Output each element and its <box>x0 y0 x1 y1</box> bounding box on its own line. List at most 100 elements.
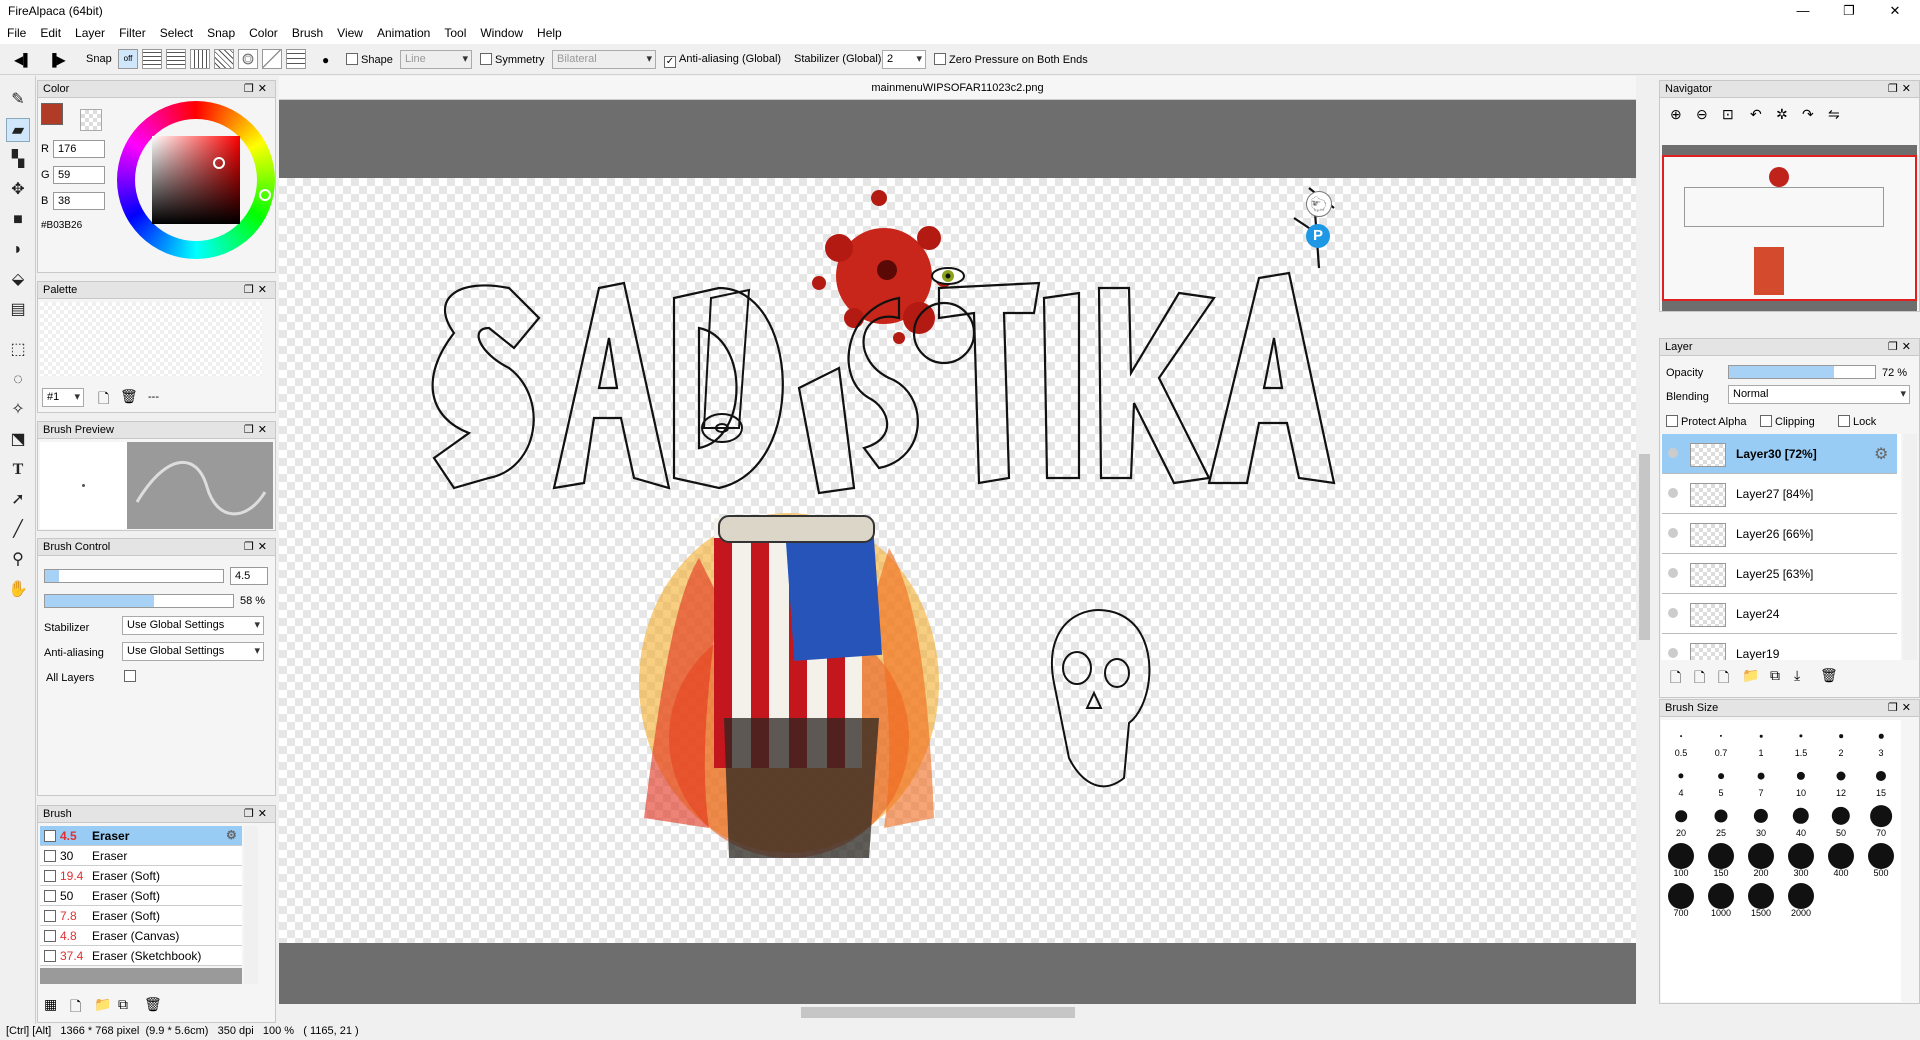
brush-size-option[interactable]: 1.5 <box>1781 720 1821 760</box>
brush-size-option[interactable]: 12 <box>1821 760 1861 800</box>
brush-size-option[interactable]: 150 <box>1701 840 1741 880</box>
brush-settings-icon[interactable]: ⚙ <box>226 828 237 842</box>
snap-settings-icon[interactable]: ● <box>322 53 329 67</box>
visibility-icon[interactable] <box>1668 528 1678 538</box>
g-input[interactable]: 59 <box>53 166 105 184</box>
layer-row[interactable]: Layer24 <box>1662 594 1897 634</box>
brush-size-option[interactable]: 100 <box>1661 840 1701 880</box>
pen-tool-icon[interactable]: ✎ <box>6 88 30 112</box>
brush-size-slider[interactable] <box>44 569 224 583</box>
saturation-value-square[interactable] <box>152 136 240 224</box>
brush-size-option[interactable]: 200 <box>1741 840 1781 880</box>
visibility-icon[interactable] <box>1668 648 1678 658</box>
brush-delete-icon[interactable]: 🗑 <box>144 996 162 1013</box>
menu-select[interactable]: Select <box>153 22 200 44</box>
brush-size-option[interactable]: 70 <box>1861 800 1901 840</box>
panel-dock-close-icon[interactable]: ❐✕ <box>244 807 271 820</box>
visibility-icon[interactable] <box>1668 568 1678 578</box>
brush-size-option[interactable]: 400 <box>1821 840 1861 880</box>
shape-select[interactable]: Line <box>400 50 472 69</box>
select-pen-tool-icon[interactable]: ⬔ <box>6 428 30 452</box>
rotate-right-icon[interactable]: ↷ <box>1802 106 1814 123</box>
palette-swatches[interactable] <box>40 302 262 376</box>
brush-list-scrollbar[interactable] <box>244 826 258 984</box>
delete-layer-icon[interactable]: 🗑 <box>1820 667 1838 684</box>
menu-filter[interactable]: Filter <box>112 22 153 44</box>
menu-view[interactable]: View <box>330 22 370 44</box>
snap-off-icon[interactable]: off <box>118 49 138 69</box>
brush-size-option[interactable]: 1500 <box>1741 880 1781 920</box>
bucket-tool-icon[interactable]: ⬙ <box>6 268 30 292</box>
brush-size-option[interactable]: 1000 <box>1701 880 1741 920</box>
panel-dock-close-icon[interactable]: ❐✕ <box>244 423 271 436</box>
brush-size-option[interactable]: 1 <box>1741 720 1781 760</box>
brush-size-option[interactable]: 30 <box>1741 800 1781 840</box>
antialias-checkbox[interactable]: ✓ Anti-aliasing (Global) <box>664 53 781 68</box>
menu-animation[interactable]: Animation <box>370 22 437 44</box>
brush-size-option[interactable]: 4 <box>1661 760 1701 800</box>
layer-settings-icon[interactable]: ⚙ <box>1874 444 1888 464</box>
brush-size-option[interactable]: 0.7 <box>1701 720 1741 760</box>
menu-snap[interactable]: Snap <box>200 22 242 44</box>
hand-tool-icon[interactable]: ✋ <box>6 578 30 602</box>
snap-curve-icon[interactable] <box>262 49 282 69</box>
menu-file[interactable]: File <box>0 22 33 44</box>
snap-parallel-icon[interactable] <box>142 49 162 69</box>
magic-wand-tool-icon[interactable]: ✧ <box>6 398 30 422</box>
new-layer-8bit-icon[interactable]: 🗋 <box>1694 667 1705 691</box>
canvas-tab[interactable]: mainmenuWIPSOFAR11023c2.png <box>279 76 1636 100</box>
snap-circle-icon[interactable] <box>238 49 258 69</box>
visibility-icon[interactable] <box>1668 608 1678 618</box>
pixiv-icon[interactable]: P <box>1306 224 1330 248</box>
symmetry-checkbox[interactable]: Symmetry <box>480 53 545 66</box>
palette-delete-icon[interactable]: 🗑 <box>120 388 138 405</box>
merge-down-icon[interactable]: ⤓ <box>1794 667 1800 684</box>
menu-brush[interactable]: Brush <box>285 22 330 44</box>
layer-list-scrollbar[interactable] <box>1903 434 1917 660</box>
brush-duplicate-icon[interactable]: ⧉ <box>118 996 128 1013</box>
brush-size-option[interactable]: 50 <box>1821 800 1861 840</box>
brush-opacity-slider[interactable] <box>44 594 234 608</box>
brush-size-option[interactable]: 10 <box>1781 760 1821 800</box>
layer-row[interactable]: Layer19 <box>1662 634 1897 660</box>
flip-horizontal-icon[interactable]: ⇋ <box>1828 106 1840 123</box>
new-layer-icon[interactable]: 🗋 <box>1670 667 1681 691</box>
operation-tool-icon[interactable]: ➚ <box>6 488 30 512</box>
canvas-horizontal-scrollbar[interactable] <box>279 1004 1636 1021</box>
panel-dock-close-icon[interactable]: ❐✕ <box>244 82 271 95</box>
mascot-icon[interactable]: 🐑 <box>1306 191 1332 217</box>
brush-item[interactable]: 4.8 Eraser (Canvas) <box>40 926 242 946</box>
sv-cursor[interactable] <box>213 157 225 169</box>
panel-dock-close-icon[interactable]: ❐✕ <box>1888 701 1915 714</box>
panel-dock-close-icon[interactable]: ❐✕ <box>1888 82 1915 95</box>
brush-size-option[interactable]: 700 <box>1661 880 1701 920</box>
brush-size-option[interactable]: 2 <box>1821 720 1861 760</box>
panel-dock-close-icon[interactable]: ❐✕ <box>244 540 271 553</box>
move-tool-icon[interactable]: ✥ <box>6 178 30 202</box>
shape-checkbox[interactable]: Shape <box>346 53 393 66</box>
canvas-vertical-scrollbar[interactable] <box>1636 100 1653 1004</box>
gradient-tool-icon[interactable]: ▤ <box>6 298 30 322</box>
brush-add-icon[interactable]: 🗋 <box>70 996 81 1020</box>
zoom-fit-icon[interactable]: ⊡ <box>1722 106 1734 123</box>
canvas-paper[interactable]: 🐑 P <box>279 178 1636 943</box>
layer-opacity-slider[interactable] <box>1728 365 1876 379</box>
snap-radial-icon[interactable] <box>214 49 234 69</box>
brush-size-option[interactable]: 500 <box>1861 840 1901 880</box>
palette-select[interactable]: #1 <box>42 388 84 407</box>
fill-rect-tool-icon[interactable]: ■ <box>6 208 30 232</box>
brush-size-input[interactable]: 4.5 <box>230 567 268 585</box>
hue-cursor[interactable] <box>259 189 271 201</box>
prev-frame-icon[interactable]: ◀▌ <box>14 53 32 67</box>
brush-size-option[interactable]: 0.5 <box>1661 720 1701 760</box>
rotate-left-icon[interactable]: ↶ <box>1750 106 1762 123</box>
text-tool-icon[interactable]: T <box>6 458 30 482</box>
maximize-button[interactable]: ❐ <box>1826 0 1872 22</box>
brush-item[interactable]: 50 Eraser (Soft) <box>40 886 242 906</box>
layer-row[interactable]: Layer27 [84%] <box>1662 474 1897 514</box>
eyedropper-tool-icon[interactable]: ⚲ <box>6 548 30 572</box>
zoom-in-icon[interactable]: ⊕ <box>1670 106 1682 123</box>
brush-folder-icon[interactable]: 📁 <box>94 996 111 1013</box>
duplicate-layer-icon[interactable]: ⧉ <box>1770 667 1780 684</box>
brush-size-option[interactable]: 25 <box>1701 800 1741 840</box>
